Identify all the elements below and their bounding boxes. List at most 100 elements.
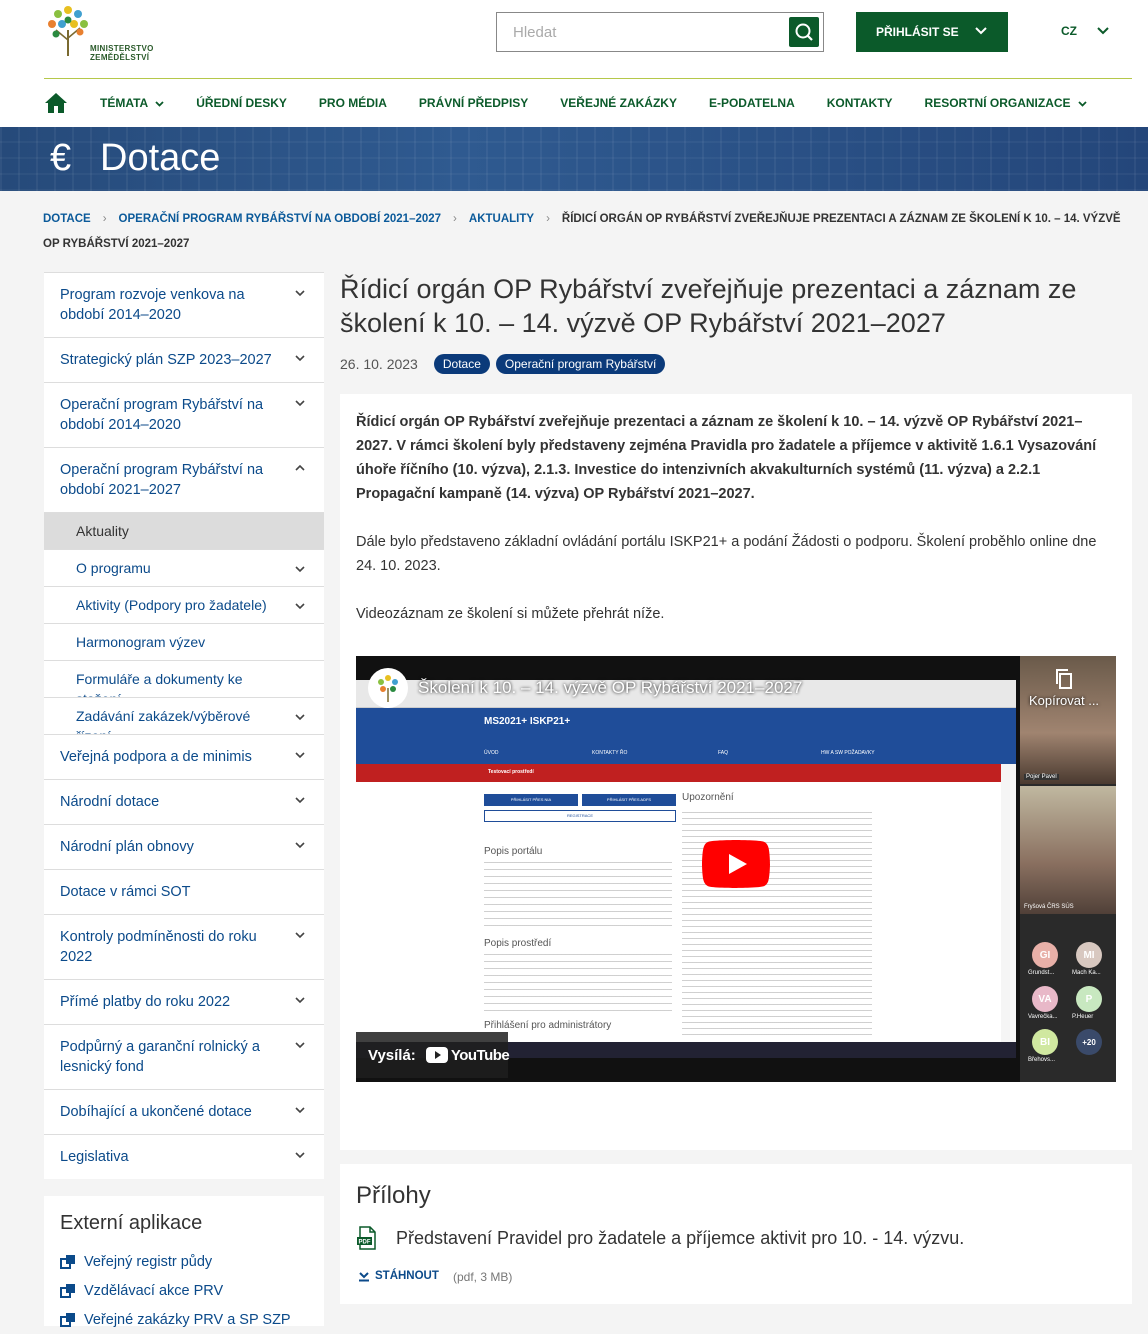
external-app-icon bbox=[60, 1283, 75, 1298]
participant-avatar: VA bbox=[1032, 986, 1058, 1012]
video-text-lines bbox=[484, 862, 672, 932]
attachment-item[interactable]: PDF Představení Pravidel pro žadatele a … bbox=[356, 1226, 964, 1250]
chevron-down-icon bbox=[975, 27, 987, 35]
youtube-video-player[interactable]: MS2021+ ISKP21+ ÚVOD KONTAKTY ŘO FAQ HW … bbox=[356, 656, 1116, 1082]
sidebar-item-narodni-plan-obnovy[interactable]: Národní plán obnovy bbox=[44, 824, 324, 869]
sidebar-item-prime-platby[interactable]: Přímé platby do roku 2022 bbox=[44, 979, 324, 1024]
participant-avatar: P bbox=[1076, 986, 1102, 1012]
video-site-header: MS2021+ ISKP21+ ÚVOD KONTAKTY ŘO FAQ HW … bbox=[356, 708, 1016, 764]
logo-text: MINISTERSTVO ZEMĚDĚLSTVÍ bbox=[90, 44, 154, 62]
channel-avatar[interactable] bbox=[368, 668, 408, 708]
sidebar-item-label: Národní plán obnovy bbox=[60, 839, 194, 855]
sidebar-item-label: Strategický plán SZP 2023–2027 bbox=[60, 352, 272, 368]
ministry-logo[interactable]: MINISTERSTVO ZEMĚDĚLSTVÍ bbox=[44, 0, 194, 62]
sidebar-item-label: Přímé platby do roku 2022 bbox=[60, 994, 231, 1010]
video-heading: Upozornění bbox=[682, 792, 734, 803]
external-app-label: Veřejný registr půdy bbox=[84, 1253, 213, 1270]
tag-badge[interactable]: Operační program Rybářství bbox=[495, 354, 666, 374]
play-button-icon[interactable] bbox=[702, 840, 770, 888]
chevron-down-icon bbox=[295, 797, 305, 804]
attachments-title: Přílohy bbox=[356, 1182, 431, 1209]
sidebar-subitem-harmonogram[interactable]: Harmonogram výzev bbox=[44, 623, 324, 660]
login-button[interactable]: PŘIHLÁSIT SE bbox=[856, 12, 1008, 52]
nav-item-pro-media[interactable]: PRO MÉDIA bbox=[319, 96, 387, 110]
watch-on-youtube-button[interactable]: Vysílá: YouTube bbox=[356, 1032, 510, 1078]
sidebar-item-strategicky-plan[interactable]: Strategický plán SZP 2023–2027 bbox=[44, 337, 324, 382]
external-apps-title: Externí aplikace bbox=[60, 1212, 203, 1234]
external-app-link[interactable]: Vzdělávací akce PRV bbox=[60, 1276, 308, 1305]
external-app-label: Vzdělávací akce PRV bbox=[84, 1282, 224, 1299]
nav-item-uredni-desky[interactable]: ÚŘEDNÍ DESKY bbox=[196, 96, 287, 110]
sidebar-item-label: Dotace v rámci SOT bbox=[60, 884, 191, 900]
copy-link-button[interactable]: Kopírovat ... bbox=[1012, 668, 1116, 708]
sidebar-item-prv-2014[interactable]: Program rozvoje venkova na období 2014–2… bbox=[44, 272, 324, 337]
download-icon bbox=[359, 1272, 369, 1282]
chevron-down-icon[interactable] bbox=[1096, 24, 1110, 38]
sidebar-subitem-o-programu[interactable]: O programu bbox=[44, 549, 324, 586]
sidebar-item-label: Podpůrný a garanční rolnický a lesnický … bbox=[60, 1039, 260, 1075]
video-site-nav-item: HW A SW POŽADAVKY bbox=[821, 750, 875, 756]
external-app-link[interactable]: Veřejné zakázky PRV a SP SZP bbox=[60, 1305, 308, 1334]
search-box bbox=[496, 12, 824, 52]
participant-name: Mach Ka... bbox=[1072, 970, 1101, 976]
youtube-logo: YouTube bbox=[425, 1047, 510, 1064]
sidebar-subitem-aktivity[interactable]: Aktivity (Podpory pro žadatele) bbox=[44, 586, 324, 623]
pdf-file-type: PDF bbox=[359, 1240, 371, 1246]
sidebar-item-dotace-sot[interactable]: Dotace v rámci SOT bbox=[44, 869, 324, 914]
nav-item-temata[interactable]: TÉMATA bbox=[100, 96, 164, 110]
search-button[interactable] bbox=[789, 17, 819, 47]
chevron-down-icon bbox=[295, 842, 305, 849]
sidebar-item-pgrlf[interactable]: Podpůrný a garanční rolnický a lesnický … bbox=[44, 1024, 324, 1089]
participant-name: Břehovs... bbox=[1028, 1057, 1056, 1063]
article-title: Řídicí orgán OP Rybářství zveřejňuje pre… bbox=[340, 274, 1077, 338]
sidebar-subitem-zadavani-zakazek[interactable]: Zadávání zakázek/výběrové řízení bbox=[44, 697, 324, 744]
chevron-down-icon bbox=[295, 400, 305, 407]
sidebar-item-op-rybarstvi-2021[interactable]: Operační program Rybářství na období 202… bbox=[44, 447, 324, 512]
video-heading: Popis portálu bbox=[484, 846, 543, 857]
nav-item-pravni-predpisy[interactable]: PRÁVNÍ PŘEDPISY bbox=[419, 96, 528, 110]
home-icon[interactable] bbox=[44, 92, 68, 114]
sidebar-item-label: Legislativa bbox=[60, 1149, 129, 1165]
participant-avatar: MI bbox=[1076, 942, 1102, 968]
sidebar-item-verejna-podpora[interactable]: Veřejná podpora a de minimis bbox=[44, 734, 324, 779]
sidebar-nav: Program rozvoje venkova na období 2014–2… bbox=[44, 272, 324, 1179]
sidebar-item-narodni-dotace[interactable]: Národní dotace bbox=[44, 779, 324, 824]
breadcrumb-link[interactable]: DOTACE bbox=[43, 213, 91, 225]
language-selector[interactable]: CZ bbox=[1061, 24, 1077, 38]
video-registration-button: REGISTRACE bbox=[484, 810, 676, 822]
participant-name: P.Heuer bbox=[1072, 1014, 1094, 1020]
nav-item-kontakty[interactable]: KONTAKTY bbox=[827, 96, 893, 110]
video-nia-label: PŘIHLÁSIT PŘES NIA bbox=[510, 797, 552, 802]
sidebar-item-label: Operační program Rybářství na období 201… bbox=[60, 397, 264, 433]
file-meta: (pdf, 3 MB) bbox=[453, 1270, 513, 1284]
copy-link-label: Kopírovat ... bbox=[1028, 693, 1100, 708]
sidebar-item-kontroly[interactable]: Kontroly podmíněnosti do roku 2022 bbox=[44, 914, 324, 979]
video-registration-label: REGISTRACE bbox=[566, 813, 593, 818]
participant-name: Vavrečka... bbox=[1028, 1014, 1058, 1020]
sidebar-item-label: Národní dotace bbox=[60, 794, 160, 810]
sidebar-subitem-formulare[interactable]: Formuláře a dokumenty ke stažení bbox=[44, 660, 324, 707]
video-title[interactable]: Školení k 10. – 14. výzvě OP Rybářství 2… bbox=[418, 678, 802, 698]
search-input[interactable] bbox=[497, 13, 787, 51]
attachment-name: Představení Pravidel pro žadatele a příj… bbox=[396, 1227, 965, 1248]
chevron-down-icon bbox=[155, 100, 164, 107]
nav-item-verejne-zakazky[interactable]: VEŘEJNÉ ZAKÁZKY bbox=[560, 96, 677, 110]
chevron-down-icon bbox=[1077, 100, 1087, 107]
chevron-up-icon bbox=[295, 464, 305, 471]
video-site-nav-item: KONTAKTY ŘO bbox=[592, 750, 628, 756]
sidebar-subitem-aktuality[interactable]: Aktuality bbox=[44, 512, 324, 549]
nav-item-resortni-organizace[interactable]: RESORTNÍ ORGANIZACE bbox=[925, 96, 1087, 110]
article-date: 26. 10. 2023 bbox=[340, 356, 418, 372]
breadcrumb-link[interactable]: AKTUALITY bbox=[469, 213, 534, 225]
sidebar-item-op-rybarstvi-2014[interactable]: Operační program Rybářství na období 201… bbox=[44, 382, 324, 447]
external-app-icon bbox=[60, 1254, 75, 1269]
article-paragraph: Videozáznam ze školení si můžete přehrát… bbox=[356, 606, 665, 622]
tag-badge[interactable]: Dotace bbox=[433, 354, 490, 374]
download-button[interactable]: STÁHNOUT bbox=[358, 1270, 439, 1282]
sidebar-item-dobihajici-dotace[interactable]: Dobíhající a ukončené dotace bbox=[44, 1089, 324, 1134]
sidebar-item-legislativa[interactable]: Legislativa bbox=[44, 1134, 324, 1179]
nav-item-e-podatelna[interactable]: E-PODATELNA bbox=[709, 96, 795, 110]
euro-icon: € bbox=[50, 137, 72, 179]
breadcrumb-link[interactable]: OPERAČNÍ PROGRAM RYBÁŘSTVÍ NA OBDOBÍ 202… bbox=[119, 213, 442, 225]
external-app-link[interactable]: Veřejný registr půdy bbox=[60, 1247, 308, 1276]
